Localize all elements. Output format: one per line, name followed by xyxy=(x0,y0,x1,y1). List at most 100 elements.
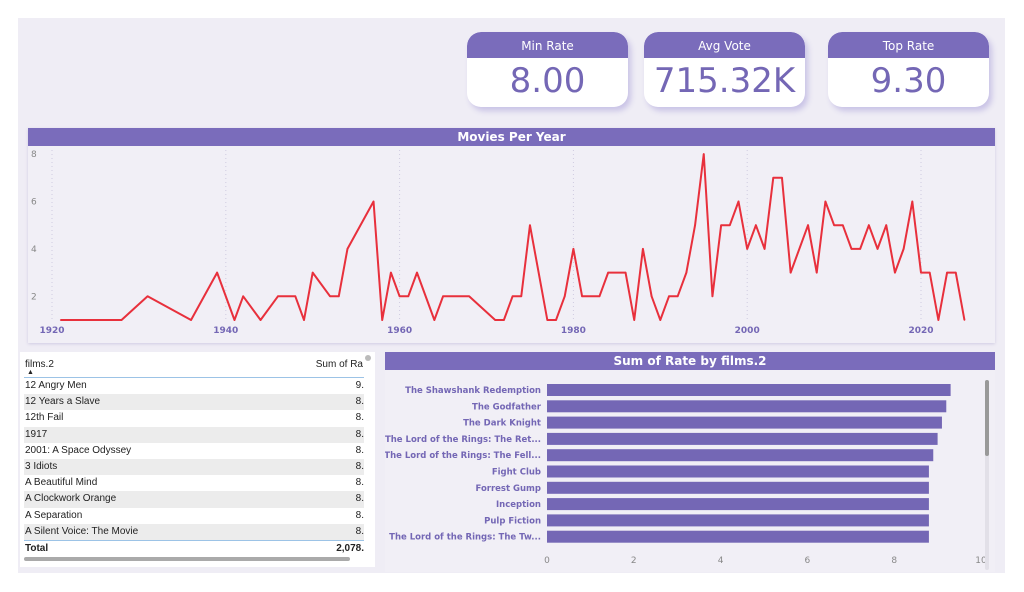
sort-ascending-icon[interactable]: ▲ xyxy=(27,369,34,376)
x-tick-label: 4 xyxy=(718,556,724,566)
data-point xyxy=(503,319,505,321)
data-point xyxy=(511,295,514,298)
category-label: The Godfather xyxy=(472,402,542,412)
category-label: Pulp Fiction xyxy=(484,516,541,526)
data-point xyxy=(850,248,853,250)
bar xyxy=(547,514,929,527)
category-label: The Lord of the Rings: The Tw... xyxy=(389,533,541,543)
data-point xyxy=(885,224,888,226)
data-point xyxy=(902,248,905,250)
table-row[interactable]: A Beautiful Mind 8. xyxy=(24,475,364,491)
table-row[interactable]: 1917 8. xyxy=(24,426,364,443)
bar xyxy=(547,449,934,462)
data-point xyxy=(216,271,218,274)
rate-value: 8. xyxy=(355,525,364,537)
category-label: The Lord of the Rings: The Ret... xyxy=(385,435,541,445)
film-name: 1917 xyxy=(25,428,48,440)
rate-value: 8. xyxy=(355,412,364,424)
rate-value: 8. xyxy=(355,509,364,521)
data-point xyxy=(815,271,818,274)
category-label: The Dark Knight xyxy=(463,419,541,429)
data-point xyxy=(555,319,557,321)
film-name: 3 Idiots xyxy=(25,461,58,472)
data-point xyxy=(433,319,436,321)
table-row[interactable]: 2001: A Space Odyssey 8. xyxy=(24,443,364,459)
data-point xyxy=(581,295,583,298)
bar xyxy=(547,465,929,478)
category-label: Fight Club xyxy=(492,468,541,478)
kpi-label: Avg Vote xyxy=(644,32,805,58)
x-tick-label: 1920 xyxy=(39,326,64,336)
x-tick-label: 2000 xyxy=(735,326,760,336)
data-point xyxy=(190,319,192,321)
film-name: 12 Angry Men xyxy=(25,380,87,391)
data-point xyxy=(676,295,679,298)
data-point xyxy=(546,319,549,321)
movies-per-year-chart[interactable]: Movies Per Year 1920 1940 1960 1980 2000 2020… xyxy=(28,128,995,343)
bar-chart-svg: The Shawshank Redemption The Godfather The… xyxy=(385,384,987,566)
data-point xyxy=(337,295,340,298)
data-point xyxy=(598,295,601,298)
data-point xyxy=(685,271,688,274)
table-row[interactable]: 12 Years a Slave 8. xyxy=(24,394,364,411)
data-point xyxy=(242,295,244,298)
data-point xyxy=(520,295,523,298)
data-point xyxy=(642,248,644,250)
kpi-label: Top Rate xyxy=(828,32,989,58)
data-point xyxy=(311,271,314,274)
rate-value: 9. xyxy=(355,380,364,391)
data-point xyxy=(468,295,470,298)
y-tick-label: 2 xyxy=(31,292,37,302)
film-name: A Silent Voice: The Movie xyxy=(25,525,139,537)
table-row[interactable]: A Clockwork Orange 8. xyxy=(24,491,364,508)
films-table[interactable]: films.2 ▲ Sum of Ra 12 Angry Men 9. 12 Yea… xyxy=(20,352,375,567)
rate-value: 8. xyxy=(355,428,364,440)
data-point xyxy=(146,295,149,298)
y-tick-label: 4 xyxy=(31,245,37,255)
rate-value: 8. xyxy=(355,444,364,456)
horizontal-scrollbar[interactable] xyxy=(24,557,350,561)
table-row[interactable]: 3 Idiots 8. xyxy=(24,459,364,476)
rate-value: 8. xyxy=(355,477,364,489)
data-point xyxy=(120,319,123,321)
data-point xyxy=(720,224,722,226)
data-point xyxy=(416,271,418,274)
data-point xyxy=(781,177,783,179)
scrollbar-thumb[interactable] xyxy=(985,380,989,456)
sum-of-rate-bar-chart[interactable]: Sum of Rate by films.2 The Shawshank Red… xyxy=(385,352,995,572)
column-header-sum-of-rate[interactable]: Sum of Ra xyxy=(316,359,363,370)
total-label: Total xyxy=(25,543,49,554)
category-label: Inception xyxy=(496,500,541,510)
data-point xyxy=(346,248,349,250)
data-point xyxy=(911,200,914,203)
data-point xyxy=(59,319,62,321)
bar xyxy=(547,400,947,413)
data-point xyxy=(859,248,861,250)
table-row[interactable]: 12th Fail 8. xyxy=(24,410,364,426)
table-row[interactable]: 12 Angry Men 9. xyxy=(24,378,364,394)
resize-handle-icon[interactable] xyxy=(365,355,371,361)
data-point xyxy=(737,200,740,203)
y-tick-label: 6 xyxy=(31,198,37,208)
data-point xyxy=(529,224,531,226)
data-point xyxy=(390,271,392,274)
kpi-value: 715.32K xyxy=(653,61,796,101)
data-point xyxy=(954,271,957,274)
data-point xyxy=(442,295,444,298)
bar xyxy=(547,481,929,494)
kpi-value: 8.00 xyxy=(509,61,586,101)
data-point xyxy=(824,200,827,203)
bar xyxy=(547,432,938,445)
vertical-scrollbar[interactable] xyxy=(985,380,989,570)
data-point xyxy=(381,319,384,321)
table-row[interactable]: A Silent Voice: The Movie 8. xyxy=(24,523,364,540)
bar xyxy=(547,384,951,396)
bar xyxy=(547,530,929,543)
category-label: The Lord of the Rings: The Fell... xyxy=(385,451,541,461)
data-point xyxy=(841,224,844,226)
data-point xyxy=(572,248,575,250)
table-row[interactable]: A Separation 8. xyxy=(24,508,364,524)
data-point xyxy=(398,295,401,298)
series-line xyxy=(60,153,966,321)
data-point xyxy=(876,248,879,250)
